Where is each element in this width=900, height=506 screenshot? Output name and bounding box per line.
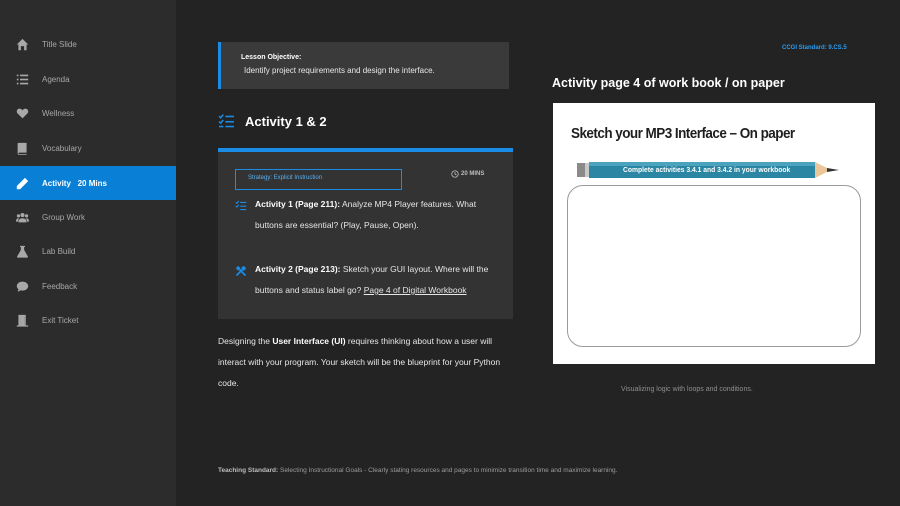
sidebar-item-label: Feedback <box>42 281 78 291</box>
standard-label: CCGI Standard: 9.CS.5 <box>782 45 847 51</box>
pencil-icon <box>15 176 29 190</box>
lesson-objective-title: Lesson Objective: <box>241 54 302 61</box>
description-paragraph: Designing the User Interface (UI) requir… <box>218 336 501 388</box>
activity-2-label: Activity 2 (Page 213): <box>255 264 341 274</box>
activity-card: Strategy: Explicit Instruction 20 MINS A… <box>218 148 513 319</box>
sidebar-item-feedback[interactable]: Feedback <box>0 269 176 303</box>
flask-icon <box>15 244 29 258</box>
activity-1-label: Activity 1 (Page 211): <box>255 199 341 209</box>
home-icon <box>15 37 29 51</box>
sidebar-item-label: Lab Build <box>42 246 76 256</box>
sidebar-item-exit-ticket[interactable]: Exit Ticket <box>0 303 176 337</box>
digital-workbook-link[interactable]: Page 4 of Digital Workbook <box>364 285 467 295</box>
group-icon <box>15 210 29 224</box>
checklist-icon <box>218 114 234 128</box>
activity-heading: Activity 1 & 2 <box>218 113 327 130</box>
page-title: Activity 1 & 2 <box>245 114 327 129</box>
sidebar-item-vocabulary[interactable]: Vocabulary <box>0 131 176 165</box>
sidebar-item-label: Title Slide <box>42 39 77 49</box>
door-icon <box>15 313 29 327</box>
sidebar-item-wellness[interactable]: Wellness <box>0 96 176 130</box>
book-icon <box>15 141 29 155</box>
sidebar-item-label: Vocabulary <box>42 143 82 153</box>
sidebar-item-badge: 20 Mins <box>77 178 107 188</box>
right-panel-title: Activity page 4 of work book / on paper <box>552 76 785 90</box>
sidebar: Title Slide Agenda Wellness Vocabulary A… <box>0 0 176 506</box>
heart-icon <box>15 106 29 120</box>
list-icon <box>15 72 29 86</box>
sidebar-item-label: Exit Ticket <box>42 315 79 325</box>
time-badge: 20 MINS <box>451 170 484 178</box>
sidebar-item-label: Agenda <box>42 74 70 84</box>
sidebar-item-group-work[interactable]: Group Work <box>0 200 176 234</box>
time-badge-label: 20 MINS <box>461 171 485 177</box>
lesson-objective-text: Identify project requirements and design… <box>244 66 435 75</box>
sketch-area <box>567 185 861 347</box>
sidebar-item-lab-build[interactable]: Lab Build <box>0 234 176 268</box>
sketch-worksheet-image: Sketch your MP3 Interface – On paper Com… <box>553 103 875 364</box>
image-caption: Visualizing logic with loops and conditi… <box>621 386 753 393</box>
checklist-icon <box>235 200 247 211</box>
lesson-objective-box: Lesson Objective: Identify project requi… <box>218 42 509 89</box>
activity-1-text: Activity 1 (Page 211): Analyze MP4 Playe… <box>255 199 477 230</box>
teaching-standard-label: Teaching Standard: <box>218 467 279 474</box>
pencil-banner: Complete activities 3.4.1 and 3.4.2 in y… <box>577 161 839 179</box>
sidebar-item-agenda[interactable]: Agenda <box>0 62 176 96</box>
pencil-banner-text: Complete activities 3.4.1 and 3.4.2 in y… <box>623 165 791 174</box>
teaching-standard-footer: Teaching Standard: Selecting Instruction… <box>218 467 618 474</box>
tools-icon <box>235 265 247 277</box>
sidebar-item-title-slide[interactable]: Title Slide <box>0 27 176 61</box>
activity-2-text: Activity 2 (Page 213): Sketch your GUI l… <box>255 264 489 295</box>
sidebar-item-label: Wellness <box>42 108 75 118</box>
clock-icon <box>451 170 459 178</box>
sidebar-item-label: Activity 20 Mins <box>42 178 107 188</box>
strategy-badge: Strategy: Explicit Instruction <box>235 169 402 190</box>
sidebar-item-activity[interactable]: Activity 20 Mins <box>0 166 176 200</box>
sidebar-item-label: Group Work <box>42 212 85 222</box>
sketch-title: Sketch your MP3 Interface – On paper <box>571 125 795 142</box>
chat-icon <box>15 279 29 293</box>
